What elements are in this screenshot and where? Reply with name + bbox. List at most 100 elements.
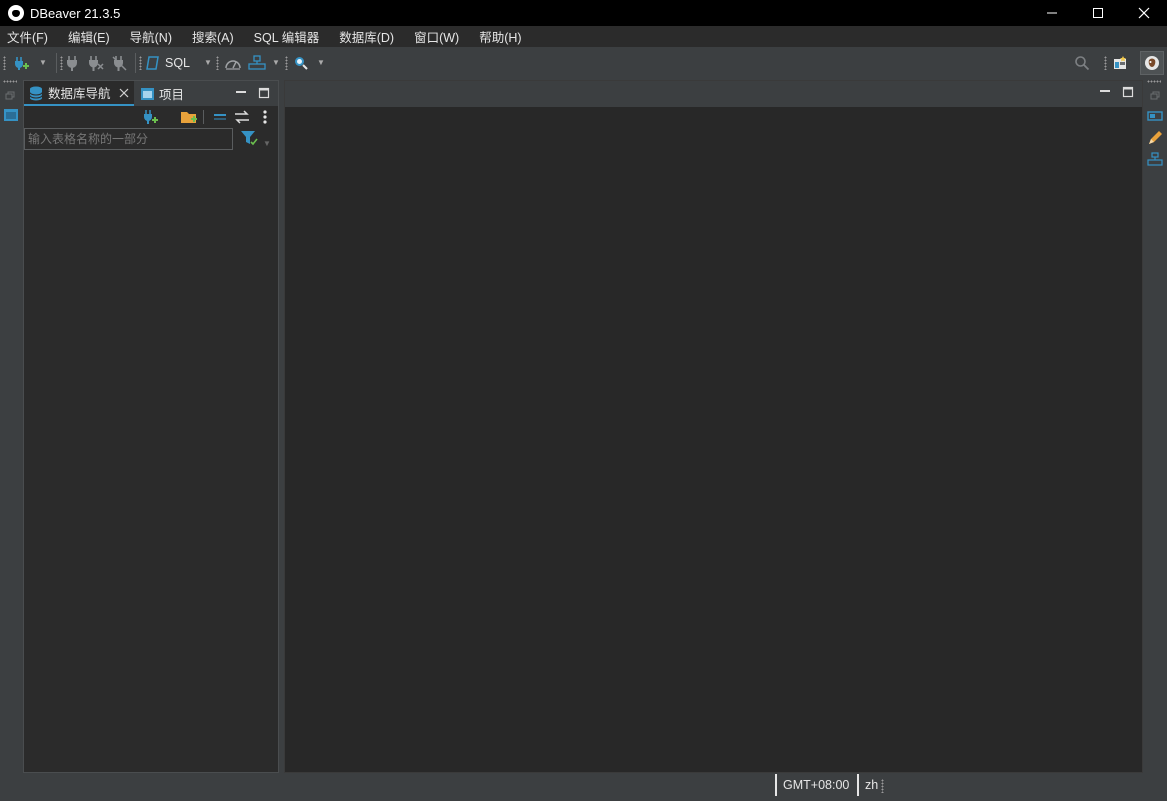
minimize-icon: [236, 91, 246, 93]
menu-bar: 文件(F) 编辑(E) 导航(N) 搜索(A) SQL 编辑器 数据库(D) 窗…: [0, 26, 1167, 47]
chevron-down-icon: ▼: [272, 58, 280, 67]
global-search-button[interactable]: [291, 47, 311, 78]
minimize-view-button[interactable]: [234, 86, 248, 100]
properties-view-button[interactable]: [1147, 110, 1163, 125]
open-perspective-button[interactable]: [1110, 47, 1130, 78]
close-button[interactable]: [1121, 0, 1167, 26]
right-trim-stack: [1143, 78, 1167, 773]
restore-button[interactable]: [5, 90, 15, 104]
toolbar-grip[interactable]: [285, 56, 288, 70]
link-with-editor-icon: [235, 110, 249, 124]
navigator-toolbar: [24, 106, 278, 128]
trim-grip[interactable]: [1147, 80, 1161, 83]
locale-indicator[interactable]: zh: [865, 773, 878, 797]
collapse-all-icon: [214, 114, 226, 120]
filter-config-button[interactable]: [240, 130, 260, 151]
toolbar-separator: [203, 110, 204, 124]
maximize-button[interactable]: [1075, 0, 1121, 26]
toolbar-separator: [56, 53, 57, 73]
disconnect-icon: [89, 55, 104, 71]
minimize-icon: [1100, 90, 1110, 92]
new-folder-button[interactable]: [180, 109, 198, 128]
dashboard-icon: [225, 59, 241, 70]
restore-icon: [5, 91, 15, 100]
menu-help[interactable]: 帮助(H): [472, 27, 528, 46]
menu-file[interactable]: 文件(F): [0, 27, 55, 46]
transaction-mode-button[interactable]: [246, 47, 268, 78]
dbeaver-perspective-button[interactable]: [1140, 51, 1164, 75]
new-folder-icon: [181, 112, 197, 123]
connect-button[interactable]: [63, 47, 81, 78]
menu-database[interactable]: 数据库(D): [332, 27, 401, 46]
status-separator: [775, 774, 777, 796]
connect-icon: [67, 55, 77, 71]
global-search-icon: [295, 56, 308, 70]
properties-icon: [1147, 111, 1163, 121]
chevron-down-icon: ▼: [204, 58, 212, 67]
toolbar-grip[interactable]: [3, 56, 6, 70]
maximize-editor-button[interactable]: [1121, 85, 1135, 99]
navigator-tree[interactable]: [24, 151, 278, 772]
status-grip[interactable]: [881, 779, 884, 793]
outline-view-button[interactable]: [1147, 152, 1163, 169]
filter-dropdown[interactable]: ▼: [263, 135, 271, 149]
title-bar: DBeaver 21.3.5: [0, 0, 1167, 26]
menu-navigate[interactable]: 导航(N): [123, 27, 179, 46]
maximize-view-button[interactable]: [257, 86, 271, 100]
toolbar-grip[interactable]: [139, 56, 142, 70]
invalidate-icon: [112, 55, 127, 71]
maximize-icon: [1093, 8, 1103, 18]
collapse-all-button[interactable]: [212, 110, 228, 127]
new-connection-icon: [15, 56, 29, 70]
view-menu-button[interactable]: [262, 109, 268, 128]
disconnect-button[interactable]: [86, 47, 106, 78]
new-connection-button[interactable]: [142, 109, 158, 128]
chevron-down-icon: ▼: [317, 58, 325, 67]
quick-search-button[interactable]: [1072, 47, 1092, 78]
database-navigator-icon: [29, 86, 43, 100]
close-tab-icon[interactable]: [119, 88, 129, 98]
minimize-icon: [1047, 12, 1057, 14]
menu-sql-editor[interactable]: SQL 编辑器: [247, 27, 327, 46]
menu-window[interactable]: 窗口(W): [407, 27, 466, 46]
left-trim-stack: [0, 78, 22, 773]
tasks-view-button[interactable]: [1147, 130, 1163, 149]
tab-projects[interactable]: 项目: [136, 81, 196, 106]
toolbar-grip[interactable]: [1104, 56, 1107, 70]
transaction-dropdown[interactable]: ▼: [270, 47, 282, 78]
window-title: DBeaver 21.3.5: [30, 5, 121, 21]
sql-editor-dropdown[interactable]: ▼: [202, 47, 214, 78]
restore-icon: [1150, 91, 1160, 100]
trim-grip[interactable]: [3, 80, 17, 83]
restore-button[interactable]: [1150, 90, 1160, 104]
minimize-editor-button[interactable]: [1098, 85, 1112, 99]
minimized-view-button[interactable]: [3, 108, 19, 125]
editor-tab-bar: [285, 81, 1142, 107]
link-with-editor-button[interactable]: [234, 110, 250, 127]
dbeaver-perspective-icon: [1145, 56, 1159, 70]
maximize-icon: [258, 87, 270, 99]
view-icon: [4, 109, 18, 121]
main-toolbar: ▼ SQL ▼ ▼ ▼: [0, 47, 1167, 78]
sql-editor-icon: [146, 55, 159, 70]
minimize-button[interactable]: [1029, 0, 1075, 26]
menu-edit[interactable]: 编辑(E): [61, 27, 117, 46]
close-icon: [1138, 7, 1150, 19]
invalidate-button[interactable]: [110, 47, 130, 78]
tab-database-navigator[interactable]: 数据库导航: [24, 81, 134, 106]
tab-label: 数据库导航: [48, 87, 111, 101]
sql-editor-button[interactable]: SQL: [145, 47, 195, 78]
pencil-icon: [1149, 131, 1162, 144]
editor-area: [284, 80, 1143, 773]
dashboard-button[interactable]: [222, 47, 244, 78]
chevron-down-icon: ▼: [263, 139, 271, 148]
global-search-dropdown[interactable]: ▼: [315, 47, 327, 78]
new-connection-dropdown[interactable]: ▼: [36, 47, 50, 78]
new-connection-button[interactable]: [10, 47, 32, 78]
toolbar-grip[interactable]: [216, 56, 219, 70]
structure-icon: [1147, 152, 1163, 166]
menu-search[interactable]: 搜索(A): [185, 27, 241, 46]
more-vertical-icon: [263, 110, 267, 124]
editor-body[interactable]: [285, 107, 1142, 772]
table-filter-input[interactable]: [24, 128, 233, 150]
